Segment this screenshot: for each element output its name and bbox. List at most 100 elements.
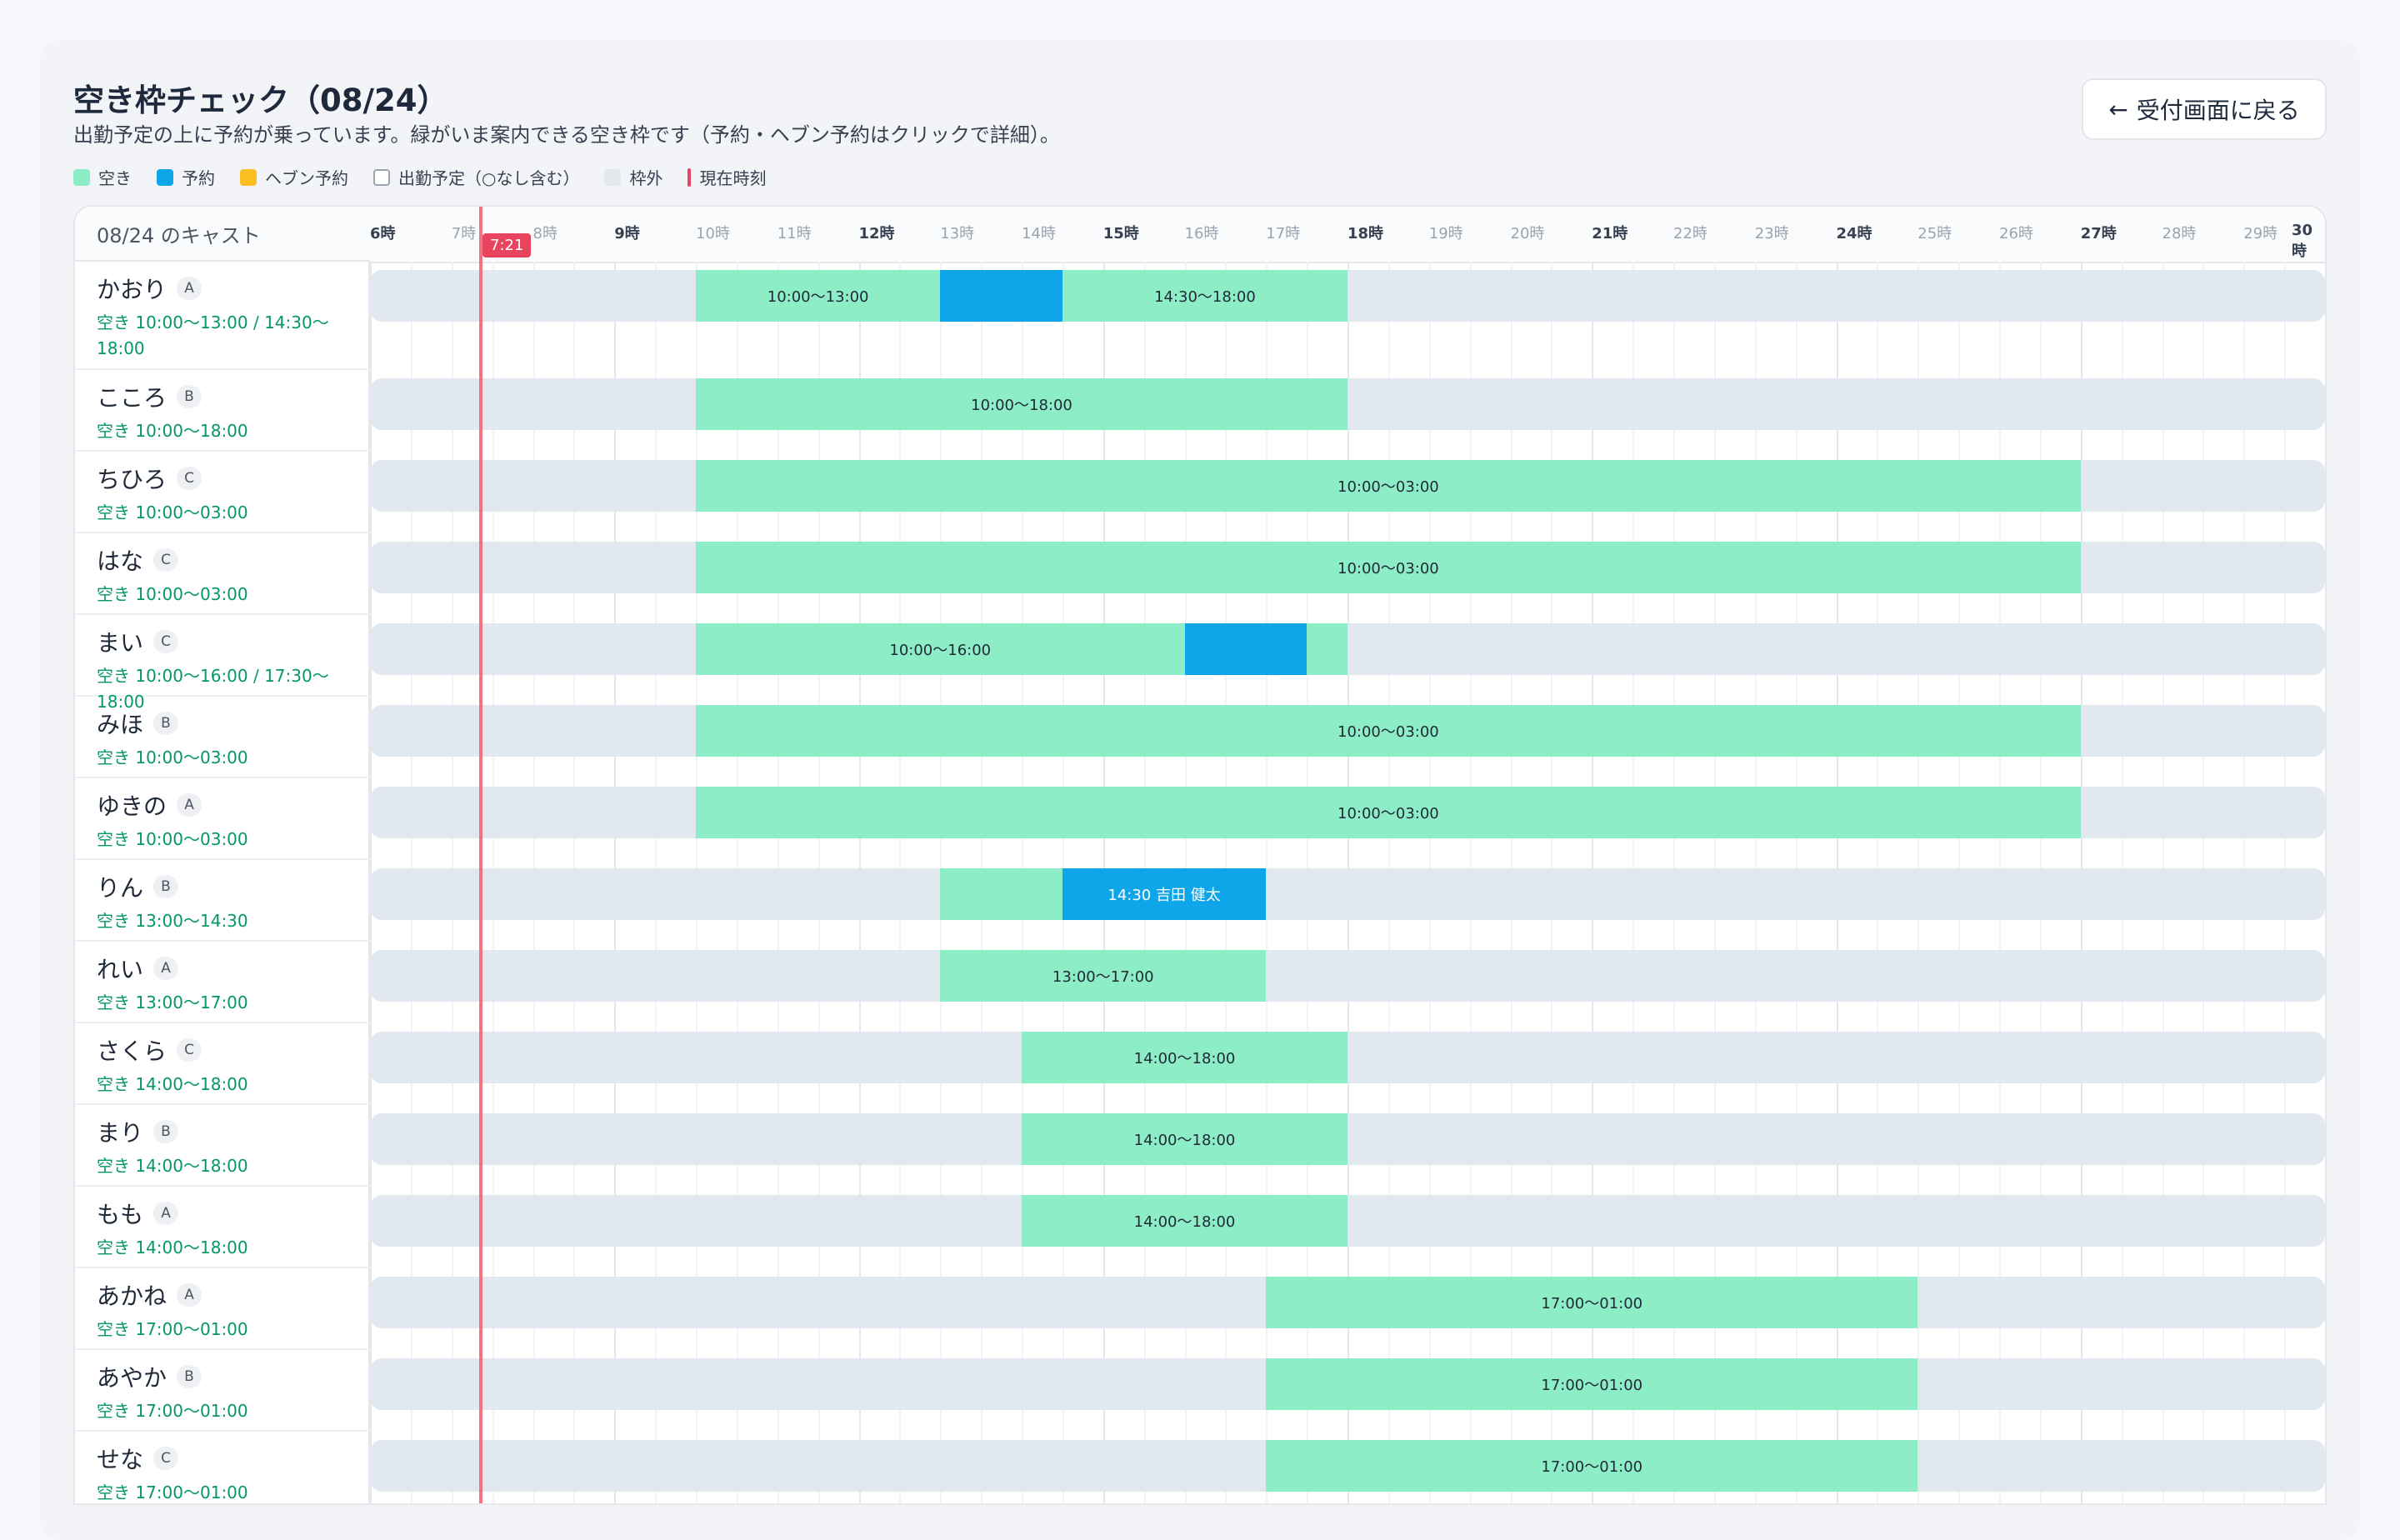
cast-timeline-track: 14:00〜18:00 xyxy=(370,1113,2325,1165)
cast-rank-badge: B xyxy=(177,385,202,408)
free-slot-block: 17:00〜01:00 xyxy=(1266,1440,1918,1492)
cast-name: りん xyxy=(97,874,144,902)
legend-item: 出勤予定（○なし含む） xyxy=(373,165,579,189)
cast-name-line: はな C xyxy=(97,543,179,577)
cast-name: あやか xyxy=(97,1364,168,1392)
cast-name-line: さくら C xyxy=(97,1033,202,1067)
cast-timeline-track: 17:00〜01:00 xyxy=(370,1440,2325,1492)
free-slot-block: 10:00〜03:00 xyxy=(696,542,2081,593)
hour-tick-label: 6時 xyxy=(370,225,396,242)
hour-tick-label: 9時 xyxy=(614,225,640,242)
legend-swatch xyxy=(604,168,622,186)
cast-name-line: せな C xyxy=(97,1442,179,1475)
hour-tick-label: 23時 xyxy=(1754,225,1789,242)
cast-column-header: 08/24 のキャスト xyxy=(75,207,370,262)
legend-label: ヘブン予約 xyxy=(265,168,348,188)
legend-label: 現在時刻 xyxy=(699,168,767,188)
free-slot-block: 14:00〜18:00 xyxy=(1022,1195,1348,1247)
hour-tick-label: 12時 xyxy=(858,225,895,242)
cast-name: せな xyxy=(97,1446,144,1473)
cast-row: りん B 空き 13:00〜14:30 xyxy=(75,860,370,942)
cast-rank-badge: A xyxy=(153,957,179,980)
cast-availability: 空き 17:00〜01:00 xyxy=(97,1319,248,1339)
legend-label: 出勤予定（○なし含む） xyxy=(398,168,580,188)
hour-tick-label: 22時 xyxy=(1673,225,1708,242)
legend-swatch xyxy=(688,168,692,187)
cast-rank-badge: B xyxy=(153,712,179,735)
booking-block[interactable] xyxy=(940,270,1062,322)
legend-swatch xyxy=(240,168,257,186)
cast-name-line: あかね A xyxy=(97,1278,202,1312)
arrow-left-icon: ← xyxy=(2108,95,2128,123)
cast-rank-badge: A xyxy=(177,1283,202,1307)
cast-availability: 空き 10:00〜03:00 xyxy=(97,502,248,522)
page-subtitle: 出勤予定の上に予約が乗っています。緑がいま案内できる空き枠です（予約・ヘブン予約… xyxy=(73,123,1060,147)
page-title: 空き枠チェック（08/24） xyxy=(73,82,448,118)
legend-item: 枠外 xyxy=(604,165,662,189)
hour-tick-label: 20時 xyxy=(1510,225,1545,242)
cast-availability: 空き 10:00〜13:00 / 14:30〜18:00 xyxy=(97,312,329,358)
timeline-area: 10:00〜13:00 14:30〜18:00 10:00〜18:00 10:00〜0… xyxy=(370,262,2327,1505)
cast-list: かおり A 空き 10:00〜13:00 / 14:30〜18:00 こころ B 空き 1… xyxy=(75,262,370,1503)
hour-tick-label: 13時 xyxy=(940,225,975,242)
cast-timeline-track: 13:00〜17:00 xyxy=(370,950,2325,1002)
hour-tick-label: 18時 xyxy=(1348,225,1384,242)
free-slot-block: 10:00〜18:00 xyxy=(696,378,1348,430)
hour-tick-label: 28時 xyxy=(2162,225,2197,242)
cast-rank-badge: A xyxy=(153,1202,179,1225)
cast-timeline-track: 14:00〜18:00 xyxy=(370,1195,2325,1247)
legend-label: 枠外 xyxy=(629,168,663,188)
cast-name: まり xyxy=(97,1119,144,1147)
cast-timeline-track: 17:00〜01:00 xyxy=(370,1277,2325,1328)
cast-row: ちひろ C 空き 10:00〜03:00 xyxy=(75,452,370,533)
cast-timeline-track: 10:00〜13:00 14:30〜18:00 xyxy=(370,270,2325,322)
legend-item: 現在時刻 xyxy=(688,165,766,189)
cast-rank-badge: C xyxy=(177,467,202,490)
cast-availability: 空き 10:00〜18:00 xyxy=(97,421,248,441)
cast-row: はな C 空き 10:00〜03:00 xyxy=(75,533,370,615)
cast-row: みほ B 空き 10:00〜03:00 xyxy=(75,697,370,778)
hour-tick-label: 14時 xyxy=(1022,225,1056,242)
free-slot-block: 13:00〜17:00 xyxy=(940,950,1267,1002)
cast-timeline-track: 17:00〜01:00 xyxy=(370,1358,2325,1410)
hour-tick-label: 15時 xyxy=(1102,225,1139,242)
hour-tick-label: 8時 xyxy=(532,225,558,242)
cast-rank-badge: A xyxy=(177,277,202,300)
free-slot-block: 10:00〜03:00 xyxy=(696,460,2081,512)
grid-line xyxy=(2325,262,2327,1505)
back-button-label: 受付画面に戻る xyxy=(2136,97,2300,124)
cast-timeline-track: 10:00〜03:00 xyxy=(370,787,2325,838)
current-time-badge: 7:21 xyxy=(482,233,532,258)
cast-timeline-track: 10:00〜03:00 xyxy=(370,705,2325,757)
cast-timeline-track: 14:30 吉田 健太 xyxy=(370,868,2325,920)
booking-block[interactable] xyxy=(1184,623,1308,675)
cast-name-line: あやか B xyxy=(97,1360,202,1393)
cast-row: せな C 空き 17:00〜01:00 xyxy=(75,1432,370,1503)
cast-name-line: かおり A xyxy=(97,272,202,305)
legend-item: 予約 xyxy=(157,165,215,189)
cast-availability: 空き 10:00〜03:00 xyxy=(97,584,248,604)
schedule-grid: 08/24 のキャスト 6時 7時 8時 9時 10時 11時 12時 13時 14時 15時 16… xyxy=(73,205,2327,1505)
cast-name: まい xyxy=(97,629,144,657)
cast-row: まい C 空き 10:00〜16:00 / 17:30〜18:00 xyxy=(75,615,370,712)
cast-availability: 空き 14:00〜18:00 xyxy=(97,1156,248,1176)
hour-tick-label: 16時 xyxy=(1184,225,1219,242)
cast-name-line: もも A xyxy=(97,1197,179,1230)
cast-row: こころ B 空き 10:00〜18:00 xyxy=(75,370,370,452)
cast-name-line: れい A xyxy=(97,952,179,985)
cast-name-line: みほ B xyxy=(97,707,179,740)
cast-availability: 空き 10:00〜03:00 xyxy=(97,748,248,768)
booking-block[interactable]: 14:30 吉田 健太 xyxy=(1062,868,1267,920)
free-slot-block: 10:00〜13:00 xyxy=(696,270,941,322)
cast-name: ちひろ xyxy=(97,466,168,493)
time-axis-header: 6時 7時 8時 9時 10時 11時 12時 13時 14時 15時 16時 17時 18時 19時 20… xyxy=(370,207,2325,263)
cast-rank-badge: C xyxy=(177,1038,202,1062)
legend: 空き 予約 ヘブン予約 出勤予定（○なし含む） 枠外 現在時刻 xyxy=(73,165,766,189)
cast-name-line: ちひろ C xyxy=(97,462,202,495)
legend-item: ヘブン予約 xyxy=(240,165,348,189)
legend-label: 予約 xyxy=(182,168,215,188)
cast-name: れい xyxy=(97,956,144,983)
cast-name-line: まい C xyxy=(97,625,179,658)
back-to-reception-button[interactable]: ← 受付画面に戻る xyxy=(2082,78,2327,140)
cast-timeline-track: 14:00〜18:00 xyxy=(370,1032,2325,1083)
